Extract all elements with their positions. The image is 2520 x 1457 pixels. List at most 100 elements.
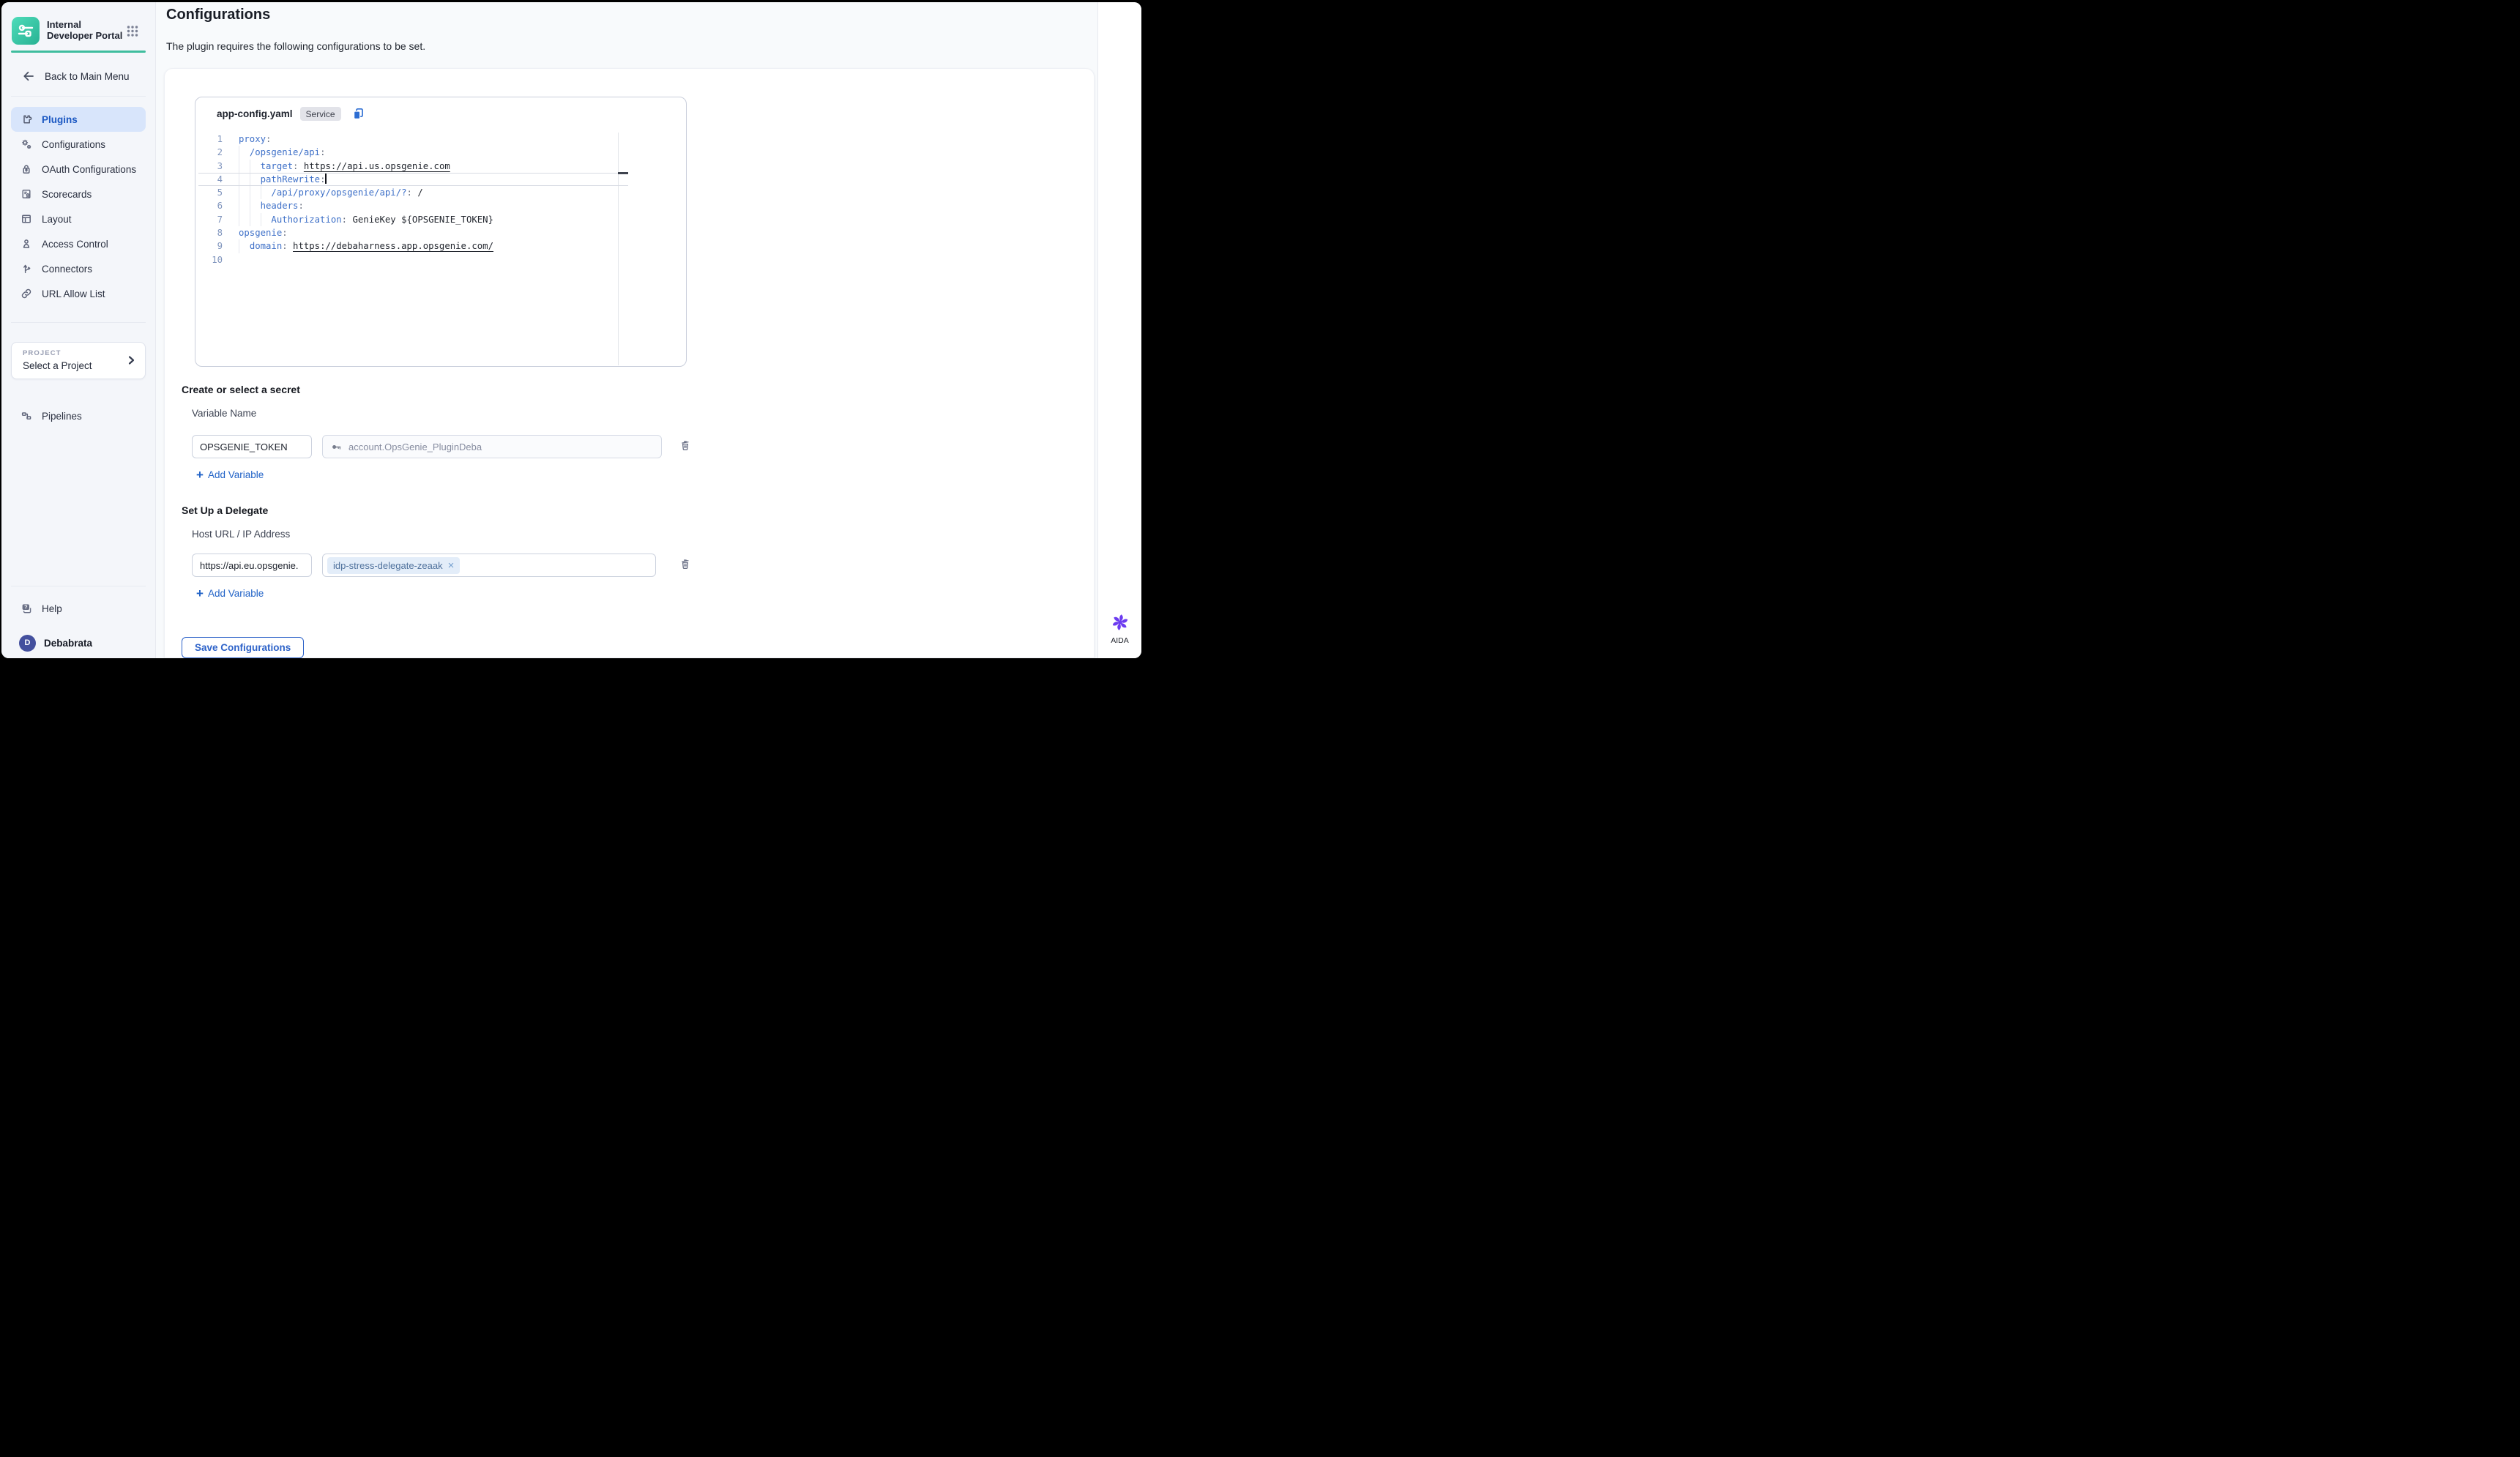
portal-logo — [12, 17, 40, 45]
sidebar-item-label: URL Allow List — [42, 288, 105, 299]
code-line[interactable]: 2 /opsgenie/api: — [195, 146, 686, 159]
sidebar-item-oauth-configurations[interactable]: OAuth Configurations — [11, 157, 146, 182]
sidebar: Internal Developer Portal Back to Main M… — [1, 2, 156, 658]
app-grid-icon[interactable] — [126, 17, 139, 41]
sidebar-item-pipelines[interactable]: Pipelines — [11, 403, 146, 428]
portal-title: Internal Developer Portal — [47, 17, 124, 41]
delegate-tag-chip: idp-stress-delegate-zeaak × — [327, 557, 460, 574]
brand-divider — [11, 51, 146, 53]
gears-icon — [19, 137, 34, 152]
trash-icon — [678, 556, 693, 571]
sliders-logo-icon — [17, 22, 34, 40]
back-label: Back to Main Menu — [45, 71, 130, 82]
user-name: Debabrata — [44, 638, 92, 649]
main-content: Configurations The plugin requires the f… — [156, 2, 1097, 658]
code-line[interactable]: 7 Authorization: GenieKey ${OPSGENIE_TOK… — [195, 213, 686, 226]
divider — [11, 96, 146, 97]
delegate-tags-input[interactable]: idp-stress-delegate-zeaak × — [322, 554, 656, 577]
sidebar-item-scorecards[interactable]: Scorecards — [11, 182, 146, 206]
pipelines-icon — [19, 409, 34, 423]
project-eyebrow: PROJECT — [23, 349, 61, 357]
arrow-left-icon — [21, 69, 36, 83]
project-value: Select a Project — [23, 360, 92, 371]
remove-tag-icon[interactable]: × — [448, 560, 455, 571]
puzzle-icon — [19, 112, 34, 127]
layout-icon — [19, 212, 34, 226]
line-number: 1 — [195, 133, 223, 146]
help-button[interactable]: ? Help — [11, 597, 146, 620]
code-lines: 1proxy:2 /opsgenie/api:3 target: https:/… — [195, 133, 686, 267]
line-number: 3 — [195, 160, 223, 173]
sidebar-item-access-control[interactable]: Access Control — [11, 231, 146, 256]
line-number: 6 — [195, 199, 223, 212]
code-line[interactable]: 9 domain: https://debaharness.app.opsgen… — [195, 239, 686, 253]
trash-icon — [678, 438, 693, 452]
host-url-label: Host URL / IP Address — [192, 529, 290, 540]
code-line[interactable]: 10 — [195, 253, 686, 267]
code-line[interactable]: 3 target: https://api.us.opsgenie.com — [195, 160, 686, 173]
code-line[interactable]: 8opsgenie: — [195, 226, 686, 239]
sidebar-item-url-allow-list[interactable]: URL Allow List — [11, 281, 146, 306]
sidebar-item-label: Layout — [42, 214, 72, 225]
line-number: 10 — [195, 253, 223, 267]
branch-arrows-icon — [19, 261, 34, 276]
sidebar-item-plugins[interactable]: Plugins — [11, 107, 146, 132]
aida-widget[interactable]: AIDA — [1098, 611, 1141, 645]
scorecard-icon — [19, 187, 34, 201]
line-number: 9 — [195, 239, 223, 253]
add-variable-secret[interactable]: + Add Variable — [196, 469, 264, 481]
line-number: 8 — [195, 226, 223, 239]
aida-label: AIDA — [1111, 636, 1129, 645]
user-menu[interactable]: D Debabrata — [11, 630, 146, 655]
sidebar-item-connectors[interactable]: Connectors — [11, 256, 146, 281]
plus-icon: + — [196, 587, 204, 600]
pipelines-label: Pipelines — [42, 411, 82, 422]
code-line[interactable]: 5 /api/proxy/opsgenie/api/?: / — [195, 186, 686, 199]
add-variable-delegate[interactable]: + Add Variable — [196, 587, 264, 600]
app-window: Internal Developer Portal Back to Main M… — [1, 2, 1141, 658]
sidebar-item-layout[interactable]: Layout — [11, 206, 146, 231]
secret-select[interactable]: account.OpsGenie_PluginDeba — [322, 435, 662, 458]
code-line[interactable]: 6 headers: — [195, 199, 686, 212]
svg-text:?: ? — [24, 603, 28, 610]
delete-secret-row-button[interactable] — [677, 438, 693, 454]
code-line[interactable]: 4 pathRewrite: — [195, 173, 686, 186]
delegate-section-heading: Set Up a Delegate — [182, 504, 268, 516]
lock-icon — [19, 162, 34, 176]
plus-icon: + — [196, 469, 204, 481]
sidebar-item-label: Connectors — [42, 264, 92, 275]
secret-section-heading: Create or select a secret — [182, 384, 300, 395]
yaml-editor-card: app-config.yaml Service 1proxy:2 /opsgen… — [195, 97, 687, 367]
delete-delegate-row-button[interactable] — [677, 556, 693, 573]
copy-icon — [351, 107, 365, 121]
configurations-panel: app-config.yaml Service 1proxy:2 /opsgen… — [164, 68, 1095, 658]
project-selector[interactable]: PROJECT Select a Project — [11, 342, 146, 379]
line-number: 2 — [195, 146, 223, 159]
right-rail: AIDA — [1097, 2, 1141, 658]
line-number: 7 — [195, 213, 223, 226]
delegate-tag-label: idp-stress-delegate-zeaak — [333, 560, 443, 571]
service-badge: Service — [300, 107, 341, 121]
copy-button[interactable] — [351, 107, 365, 121]
sidebar-item-label: Scorecards — [42, 189, 92, 200]
variable-name-input[interactable] — [192, 435, 312, 458]
divider — [11, 322, 146, 323]
sidebar-item-configurations[interactable]: Configurations — [11, 132, 146, 157]
code-area[interactable]: 1proxy:2 /opsgenie/api:3 target: https:/… — [195, 133, 686, 365]
code-line[interactable]: 1proxy: — [195, 133, 686, 146]
sidebar-item-label: Configurations — [42, 139, 105, 150]
chevron-right-icon — [124, 354, 138, 367]
key-icon — [330, 441, 343, 453]
host-url-input[interactable] — [192, 554, 312, 577]
logo-row: Internal Developer Portal — [12, 17, 146, 45]
save-configurations-button[interactable]: Save Configurations — [182, 637, 304, 658]
add-variable-label: Add Variable — [208, 588, 264, 599]
sidebar-item-label: Access Control — [42, 239, 108, 250]
page-title: Configurations — [166, 7, 270, 23]
help-label: Help — [42, 603, 62, 614]
variable-name-label: Variable Name — [192, 408, 256, 419]
aida-icon — [1109, 611, 1131, 633]
avatar: D — [19, 635, 36, 652]
back-to-main-menu[interactable]: Back to Main Menu — [11, 67, 146, 86]
sidebar-item-label: Plugins — [42, 114, 78, 125]
